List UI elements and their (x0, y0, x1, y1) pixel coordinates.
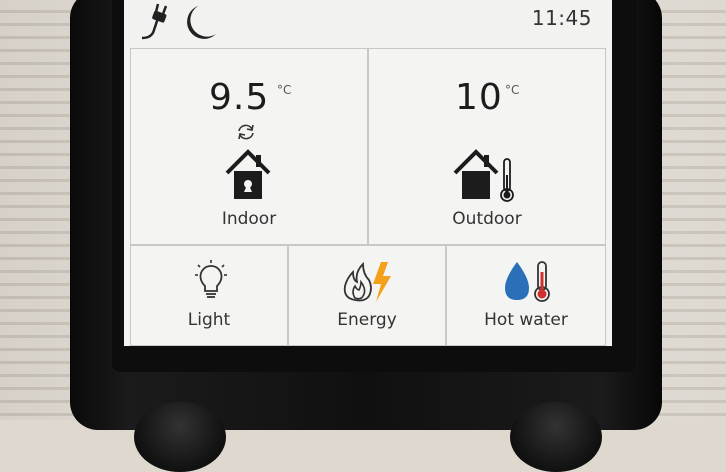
outdoor-tile[interactable]: 10 °C Outdoor (368, 48, 606, 245)
right-hardware-button[interactable] (510, 402, 602, 472)
indoor-temperature: 9.5 (209, 77, 270, 118)
thermometer-icon (500, 158, 514, 202)
energy-tile[interactable]: Energy (288, 245, 446, 346)
outdoor-label: Outdoor (452, 209, 522, 229)
light-label: Light (187, 310, 231, 330)
indoor-label: Indoor (221, 209, 277, 229)
house-icon (225, 149, 271, 199)
touch-screen: 11:45 9.5 °C Indoor 10 °C Outdoor Light … (124, 0, 612, 346)
outdoor-unit: °C (505, 83, 520, 97)
hot-water-tile[interactable]: Hot water (446, 245, 606, 346)
left-hardware-button[interactable] (134, 402, 226, 472)
lightbulb-icon (195, 260, 227, 298)
hot-water-label: Hot water (484, 310, 568, 330)
energy-icon (343, 261, 391, 302)
night-mode-icon[interactable] (138, 0, 228, 44)
indoor-unit: °C (277, 83, 292, 97)
hot-water-icon (505, 261, 550, 302)
energy-label: Energy (337, 310, 397, 330)
sync-icon (238, 124, 254, 140)
outdoor-temperature: 10 (455, 77, 503, 118)
clock: 11:45 (531, 6, 592, 30)
status-bar: 11:45 (124, 0, 612, 48)
indoor-tile[interactable]: 9.5 °C Indoor (130, 48, 368, 245)
light-tile[interactable]: Light (130, 245, 288, 346)
house-icon (453, 149, 499, 199)
